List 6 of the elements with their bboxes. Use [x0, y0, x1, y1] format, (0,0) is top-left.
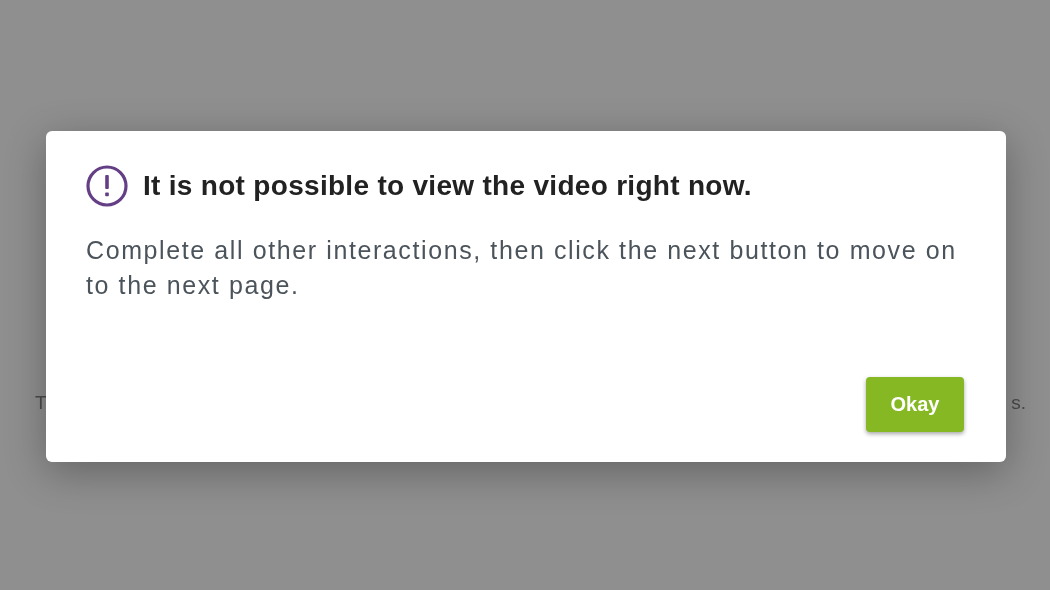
dialog-message: Complete all other interactions, then click the next button to move on to the next page. — [86, 235, 958, 301]
okay-button[interactable]: Okay — [866, 377, 964, 432]
background-text: s. — [1011, 392, 1026, 414]
background-text: T — [35, 392, 47, 414]
dialog-title: It is not possible to view the video right now. — [143, 170, 752, 202]
exclamation-icon — [86, 165, 128, 207]
